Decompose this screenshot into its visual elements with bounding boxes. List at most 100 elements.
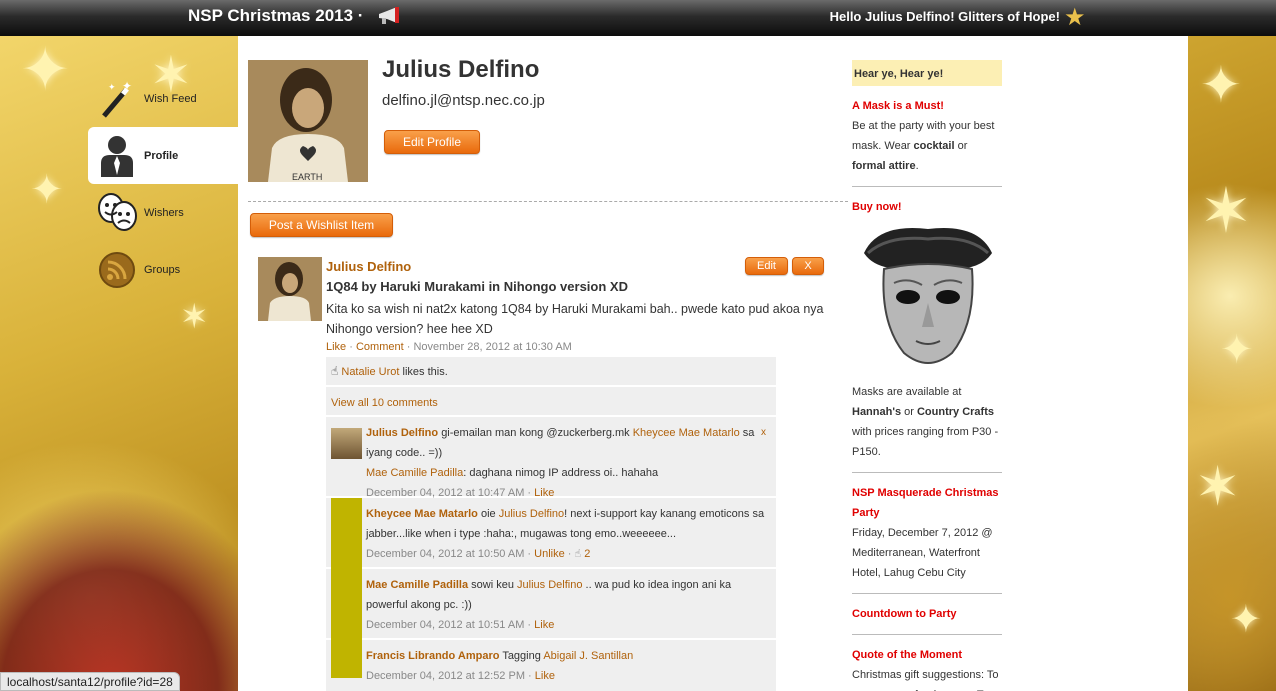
shirt-text: EARTH: [292, 172, 322, 182]
svg-text:✦: ✦: [122, 79, 132, 93]
comment-avatar[interactable]: [331, 640, 362, 678]
comment-avatar[interactable]: [331, 498, 362, 569]
gift-ribbon-decoration: [0, 430, 238, 691]
comment-meta: December 04, 2012 at 10:51 AM · Like: [366, 615, 768, 635]
comment-item: Kheycee Mae Matarlo oie Julius Delfino! …: [326, 498, 776, 569]
comment-link[interactable]: Comment: [356, 341, 404, 353]
comment-author[interactable]: Kheycee Mae Matarlo: [366, 508, 478, 520]
top-bar: NSP Christmas 2013 · Hello Julius Delfin…: [0, 0, 1276, 36]
hand-pointer-icon: ☝: [574, 547, 582, 560]
profile-avatar[interactable]: EARTH: [248, 60, 368, 182]
mention-link[interactable]: Kheycee Mae Matarlo: [633, 427, 740, 439]
post-wishlist-item-button[interactable]: Post a Wishlist Item: [250, 213, 393, 237]
party-details: Friday, December 7, 2012 @ Mediterranean…: [852, 527, 993, 579]
delete-comment-icon[interactable]: x: [761, 423, 766, 443]
like-link[interactable]: Like: [326, 341, 346, 353]
quote-text: Christmas gift suggestions: To your enem…: [852, 669, 999, 691]
hand-pointer-icon: ☝: [331, 364, 339, 378]
nav-item-wish-feed[interactable]: ✦ ✦ Wish Feed: [88, 70, 238, 127]
megaphone-icon: [379, 7, 399, 24]
nav-item-label: Wish Feed: [144, 92, 197, 105]
decor-star-icon: ✶: [1200, 174, 1252, 247]
comment-text: Francis Librando Amparo Tagging Abigail …: [366, 646, 768, 666]
decor-star-icon: ✶: [1195, 455, 1241, 518]
like-link[interactable]: Like: [534, 619, 554, 631]
comment-timestamp: December 04, 2012 at 12:52 PM ·: [366, 670, 532, 682]
decor-star-icon: ✦: [1230, 597, 1262, 641]
comments-section: ☝ Natalie Urot likes this. View all 10 c…: [326, 357, 776, 691]
like-count[interactable]: 2: [584, 548, 590, 560]
countdown-title[interactable]: Countdown to Party: [852, 604, 1002, 624]
nav-item-label: Groups: [144, 263, 181, 276]
comment-timestamp: December 04, 2012 at 10:51 AM ·: [366, 619, 532, 631]
star-icon: ★: [1064, 3, 1086, 31]
comment-reply: Mae Camille Padilla: daghana nimog IP ad…: [366, 463, 768, 483]
nav-item-label: Wishers: [144, 206, 184, 219]
divider: [852, 634, 1002, 635]
mask-text-part: .: [915, 160, 919, 172]
decor-star-icon: ✶: [180, 297, 209, 337]
likes-row: ☝ Natalie Urot likes this.: [326, 357, 776, 387]
mask-text-bold: formal attire: [852, 160, 916, 172]
divider: [248, 201, 848, 202]
side-navigation: ✦ ✦ Wish Feed Profile Wishers Groups: [88, 70, 238, 298]
comment-item: Francis Librando Amparo Tagging Abigail …: [326, 640, 776, 691]
mask-text-part: or: [957, 140, 968, 152]
party-title[interactable]: NSP Masquerade Christmas Party: [852, 483, 1002, 523]
theater-masks-icon: [98, 192, 137, 231]
nav-item-label: Profile: [144, 149, 179, 162]
liker-name[interactable]: Natalie Urot: [341, 366, 399, 378]
comment-body: Tagging: [502, 650, 541, 662]
delete-post-button[interactable]: X: [792, 257, 824, 275]
post-timestamp: · November 28, 2012 at 10:30 AM: [406, 341, 572, 353]
comment-avatar[interactable]: [331, 569, 362, 640]
comment-author[interactable]: Francis Librando Amparo: [366, 650, 499, 662]
rss-icon: [99, 251, 135, 288]
nav-item-groups[interactable]: Groups: [88, 241, 238, 298]
edit-profile-button[interactable]: Edit Profile: [384, 130, 480, 154]
comment-author[interactable]: Mae Camille Padilla: [366, 579, 468, 591]
quote-title[interactable]: Quote of the Moment: [852, 645, 1002, 665]
divider: [852, 186, 1002, 187]
post-author[interactable]: Julius Delfino: [326, 259, 411, 274]
edit-post-button[interactable]: Edit: [745, 257, 788, 275]
comment-text: Mae Camille Padilla sowi keu Julius Delf…: [366, 575, 768, 615]
mask-title[interactable]: A Mask is a Must!: [852, 96, 1002, 116]
person-icon: [101, 135, 133, 177]
divider: [852, 472, 1002, 473]
site-title[interactable]: NSP Christmas 2013 ·: [188, 6, 363, 26]
mention-link[interactable]: Abigail J. Santillan: [543, 650, 633, 662]
nav-item-wishers[interactable]: Wishers: [88, 184, 238, 241]
comment-avatar[interactable]: [331, 428, 362, 459]
decor-star-icon: ✦: [1200, 56, 1242, 114]
decor-star-icon: ✦: [30, 167, 64, 213]
unlike-link[interactable]: Unlike: [534, 548, 565, 560]
comment-body: gi-emailan man kong @zuckerberg.mk: [441, 427, 630, 439]
decor-star-icon: ✦: [20, 35, 71, 105]
mention-link[interactable]: Julius Delfino: [517, 579, 582, 591]
buy-now-title[interactable]: Buy now!: [852, 197, 1002, 217]
availability-bold: Hannah's: [852, 406, 902, 418]
comment-text: Julius Delfino gi-emailan man kong @zuck…: [366, 423, 768, 463]
nav-item-profile[interactable]: Profile: [88, 127, 238, 184]
likes-suffix: likes this.: [402, 366, 448, 378]
comment-text: Kheycee Mae Matarlo oie Julius Delfino! …: [366, 504, 768, 544]
availability-part: or: [904, 406, 914, 418]
mention-link[interactable]: Julius Delfino: [499, 508, 564, 520]
avatar-photo: [258, 257, 322, 321]
view-all-comments-link[interactable]: View all 10 comments: [331, 397, 438, 409]
post-title: 1Q84 by Haruki Murakami in Nihongo versi…: [326, 279, 628, 294]
like-link[interactable]: Like: [535, 670, 555, 682]
profile-email: delfino.jl@ntsp.nec.co.jp: [382, 92, 545, 109]
mask-text-bold: cocktail: [913, 140, 955, 152]
reply-author[interactable]: Mae Camille Padilla: [366, 467, 463, 479]
avatar-photo: EARTH: [248, 60, 368, 182]
comment-author[interactable]: Julius Delfino: [366, 427, 438, 439]
availability-part: with prices ranging from P30 - P150.: [852, 426, 999, 458]
comment-item: Mae Camille Padilla sowi keu Julius Delf…: [326, 569, 776, 640]
mask-text: Be at the party with your best mask. Wea…: [852, 116, 1002, 176]
announcements-sidebar: Hear ye, Hear ye! A Mask is a Must! Be a…: [852, 60, 1002, 691]
availability-part: Masks are available at: [852, 386, 962, 398]
masquerade-mask-image: [864, 228, 992, 364]
post-author-avatar[interactable]: [258, 257, 322, 321]
